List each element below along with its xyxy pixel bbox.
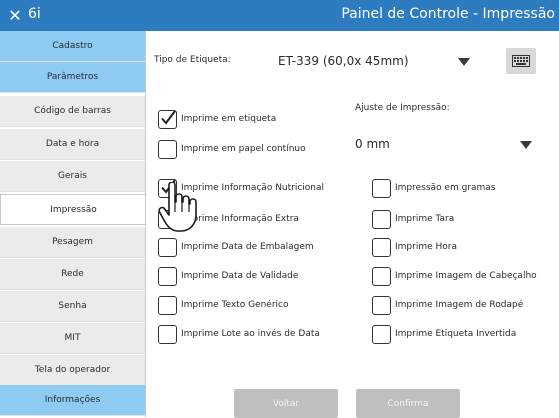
sidebar-item-gerais[interactable]: Gerais [0, 161, 145, 192]
option-label: Imprime Data de Embalagem [181, 242, 314, 252]
app-id: 6i [28, 6, 41, 22]
option-header-image[interactable]: Imprime Imagem de Cabeçalho [372, 265, 537, 287]
sidebar-item-rede[interactable]: Rede [0, 259, 145, 290]
label-type-select[interactable]: ET-339 (60,0x 45mm) [278, 48, 483, 74]
checkbox[interactable] [158, 109, 177, 129]
title-bar: ✕ 6i Painel de Controle - Impressão [0, 0, 559, 31]
checkbox[interactable] [372, 237, 391, 257]
option-label: Imprime Lote ao invés de Data [181, 329, 320, 339]
sidebar-item-label: Gerais [58, 171, 87, 181]
option-lot-instead-of-date[interactable]: Imprime Lote ao invés de Data [158, 323, 320, 345]
sidebar-item-parametros[interactable]: Parâmetros [0, 62, 145, 93]
sidebar-item-label: Código de barras [34, 106, 111, 116]
checkbox[interactable] [372, 266, 391, 286]
keyboard-icon [512, 55, 530, 67]
check-icon [160, 110, 176, 125]
option-generic-text[interactable]: Imprime Texto Genérico [158, 294, 288, 316]
sidebar-item-label: Impressão [50, 204, 97, 215]
sidebar-item-cadastro[interactable]: Cadastro [0, 31, 145, 62]
checkbox[interactable] [372, 295, 391, 315]
option-print-grams[interactable]: Impressão em gramas [372, 177, 496, 199]
option-label: Imprime Data de Validade [181, 271, 299, 281]
chevron-down-icon [458, 58, 470, 66]
checkbox[interactable] [158, 139, 177, 159]
sidebar-item-senha[interactable]: Senha [0, 291, 145, 322]
option-label: Imprime Tara [395, 214, 455, 224]
print-adjust-value: 0 mm [355, 137, 390, 151]
option-packing-date[interactable]: Imprime Data de Embalagem [158, 236, 314, 258]
checkbox[interactable] [158, 209, 177, 229]
option-label: Imprime Etiqueta Invertida [395, 329, 517, 339]
check-icon [160, 179, 176, 194]
sidebar-item-impressao[interactable]: Impressão [0, 194, 146, 225]
sidebar: Cadastro Parâmetros Código de barras Dat… [0, 31, 146, 417]
sidebar-item-label: Informações [44, 395, 101, 405]
option-expiry-date[interactable]: Imprime Data de Validade [158, 265, 298, 287]
option-nutrition-info[interactable]: Imprime Informação Nutricional [158, 177, 324, 199]
checkbox[interactable] [372, 209, 391, 229]
sidebar-item-pesagem[interactable]: Pesagem [0, 227, 145, 258]
checkbox[interactable] [158, 178, 177, 198]
sidebar-item-label: Tela do operador [34, 365, 111, 375]
sidebar-item-codigo-de-barras[interactable]: Código de barras [0, 96, 145, 127]
option-extra-info[interactable]: Imprime Informação Extra [158, 208, 299, 230]
label-type-label: Tipo de Etiqueta: [154, 55, 231, 65]
print-on-label-option[interactable]: Imprime em etiqueta [158, 108, 276, 130]
print-adjust-label: Ajuste de Impressão: [355, 103, 450, 113]
checkbox[interactable] [158, 237, 177, 257]
option-print-time[interactable]: Imprime Hora [372, 236, 457, 258]
back-button[interactable]: Voltar [234, 389, 338, 418]
label-type-value: ET-339 (60,0x 45mm) [278, 54, 409, 68]
settings-panel: Tipo de Etiqueta: ET-339 (60,0x 45mm) Aj… [146, 31, 559, 418]
option-label: Imprime Texto Genérico [181, 300, 289, 310]
back-button-label: Voltar [272, 398, 300, 409]
print-on-label-label: Imprime em etiqueta [181, 114, 277, 124]
checkbox[interactable] [158, 266, 177, 286]
sidebar-item-label: MIT [64, 333, 81, 343]
print-continuous-label: Imprime em papel contínuo [181, 144, 306, 154]
sidebar-item-label: Senha [58, 301, 87, 311]
checkbox[interactable] [372, 178, 391, 198]
chevron-down-icon [520, 141, 532, 149]
option-label: Imprime Informação Nutricional [181, 183, 325, 193]
option-label: Impressão em gramas [395, 183, 496, 193]
close-icon[interactable]: ✕ [6, 5, 24, 25]
sidebar-item-tela-do-operador[interactable]: Tela do operador [0, 355, 145, 386]
window-title: Painel de Controle - Impressão [341, 6, 555, 22]
sidebar-item-label: Parâmetros [46, 72, 99, 82]
sidebar-item-label: Rede [61, 269, 84, 279]
sidebar-item-informacoes[interactable]: Informações [0, 385, 145, 416]
option-print-tare[interactable]: Imprime Tara [372, 208, 454, 230]
sidebar-item-data-e-hora[interactable]: Data e hora [0, 129, 145, 160]
option-label: Imprime Informação Extra [181, 214, 299, 224]
checkbox[interactable] [372, 324, 391, 344]
checkbox[interactable] [158, 295, 177, 315]
print-continuous-option[interactable]: Imprime em papel contínuo [158, 138, 306, 160]
keyboard-button[interactable] [506, 48, 536, 74]
checkbox[interactable] [158, 324, 177, 344]
sidebar-item-mit[interactable]: MIT [0, 323, 145, 354]
option-footer-image[interactable]: Imprime Imagem de Rodapé [372, 294, 523, 316]
sidebar-item-label: Cadastro [52, 41, 93, 51]
print-adjust-select[interactable]: 0 mm [355, 131, 540, 157]
sidebar-item-label: Pesagem [52, 237, 93, 247]
option-inverted-label[interactable]: Imprime Etiqueta Invertida [372, 323, 516, 345]
sidebar-item-label: Data e hora [45, 139, 100, 149]
option-label: Imprime Hora [395, 242, 457, 252]
option-label: Imprime Imagem de Cabeçalho [395, 271, 537, 281]
confirm-button-label: Confirma [387, 398, 429, 409]
option-label: Imprime Imagem de Rodapé [395, 300, 524, 310]
confirm-button[interactable]: Confirma [356, 389, 460, 418]
